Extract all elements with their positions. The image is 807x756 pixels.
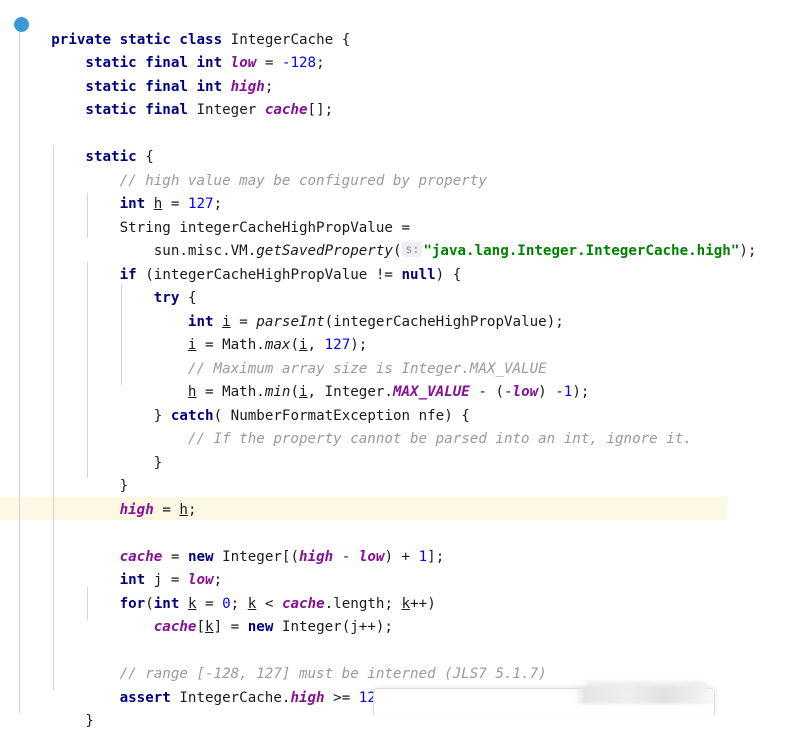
code-line-11[interactable]: if (integerCacheHighPropValue != null) { (0, 241, 807, 283)
code-line-4[interactable]: static final Integer cache[]; (0, 76, 807, 118)
info-circle-icon (14, 17, 29, 32)
code-line-12[interactable]: try { (0, 264, 807, 306)
code-line-27-blank[interactable] (0, 617, 807, 640)
code-line-14[interactable]: i = Math.max(i, 127); (0, 311, 807, 353)
code-line-6[interactable]: static { (0, 123, 807, 165)
code-line-19[interactable]: } (0, 429, 807, 471)
code-line-25[interactable]: for(int k = 0; k < cache.length; k++) (0, 570, 807, 612)
popup-redaction (573, 686, 721, 704)
code-line-7[interactable]: // high value may be configured by prope… (0, 147, 807, 189)
code-line-2[interactable]: static final int low = -128; (0, 29, 807, 71)
code-line-5-blank[interactable] (0, 100, 807, 123)
code-line-3[interactable]: static final int high; (0, 53, 807, 95)
code-line-16[interactable]: h = Math.min(i, Integer.MAX_VALUE - (-lo… (0, 358, 807, 400)
code-line-10[interactable]: sun.misc.VM.getSavedProperty(s: "java.lan… (0, 217, 807, 259)
code-line-21[interactable]: high = h; (0, 476, 807, 518)
code-line-1[interactable]: private static class IntegerCache { (0, 6, 807, 48)
code-line-22-blank[interactable] (0, 499, 807, 522)
code-line-9[interactable]: String integerCacheHighPropValue = (0, 194, 807, 236)
code-line-28[interactable]: // range [-128, 127] must be interned (J… (0, 640, 807, 682)
code-editor[interactable]: private static class IntegerCache { stat… (0, 0, 807, 729)
code-line-17[interactable]: } catch( NumberFormatException nfe) { (0, 382, 807, 424)
code-line-23[interactable]: cache = new Integer[(high - low) + 1]; (0, 523, 807, 565)
code-line-18[interactable]: // If the property cannot be parsed into… (0, 405, 807, 447)
code-line-13[interactable]: int i = parseInt(integerCacheHighPropVal… (0, 288, 807, 330)
code-line-8[interactable]: int h = 127; (0, 170, 807, 212)
code-line-24[interactable]: int j = low; (0, 546, 807, 588)
code-line-15[interactable]: // Maximum array size is Integer.MAX_VAL… (0, 335, 807, 377)
code-line-26[interactable]: cache[k] = new Integer(j++); (0, 593, 807, 635)
code-line-20[interactable]: } (0, 452, 807, 494)
